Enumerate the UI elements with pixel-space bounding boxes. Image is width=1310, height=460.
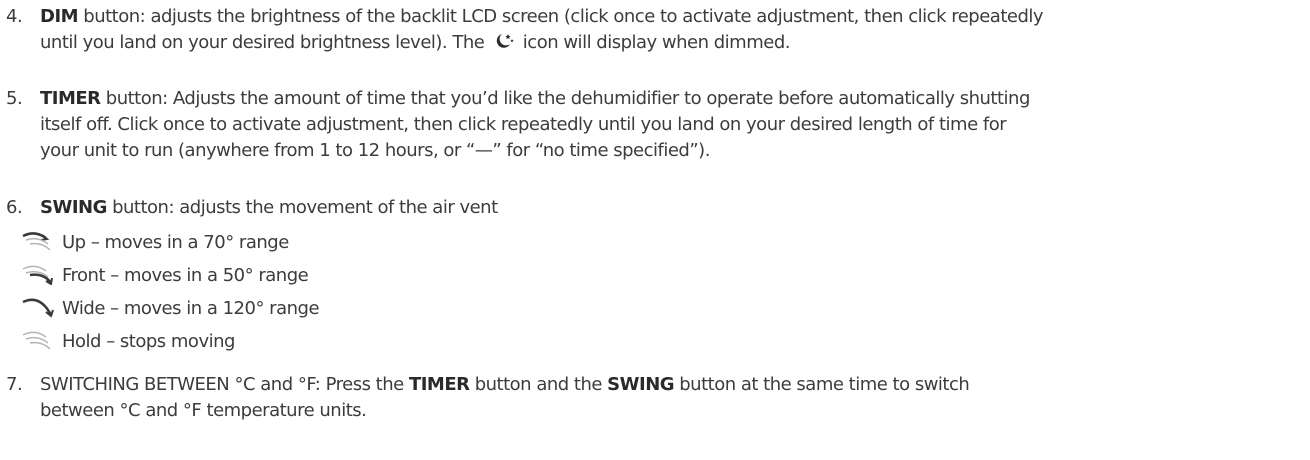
dim-text-2b: icon will display when dimmed. xyxy=(517,32,791,53)
switching-text-1c: button at the same time to switch xyxy=(674,374,970,395)
swing-option-label: Wide – moves in a 120° range xyxy=(62,298,320,319)
keyword-timer: TIMER xyxy=(408,374,470,395)
timer-text-1: button: Adjusts the amount of time that … xyxy=(100,88,1031,109)
item-text: SWING button: adjusts the movement of th… xyxy=(40,195,1308,221)
manual-page: 4. DIM button: adjusts the brightness of… xyxy=(0,0,1310,460)
swing-option-hold: Hold – stops moving xyxy=(20,329,235,355)
swing-wide-icon xyxy=(22,298,54,318)
switching-text-1b: button and the xyxy=(469,374,608,395)
swing-option-wide: Wide – moves in a 120° range xyxy=(20,296,320,322)
swing-hold-icon xyxy=(22,331,51,350)
item-number: 6. xyxy=(6,197,23,218)
swing-option-label: Front – moves in a 50° range xyxy=(62,265,309,286)
swing-text-1: button: adjusts the movement of the air … xyxy=(106,197,498,218)
item-text: TIMER button: Adjusts the amount of time… xyxy=(40,86,1308,164)
switching-line-2: between °C and °F temperature units. xyxy=(40,400,367,421)
swing-up-icon xyxy=(22,232,51,251)
item-text: SWITCHING BETWEEN °C and °F: Press the T… xyxy=(40,372,1308,424)
swing-option-label: Up – moves in a 70° range xyxy=(62,232,289,253)
swing-front-icon xyxy=(22,265,53,285)
swing-line-1: SWING button: adjusts the movement of th… xyxy=(40,195,1308,221)
item-number: 5. xyxy=(6,88,23,109)
swing-option-up: Up – moves in a 70° range xyxy=(20,230,289,256)
switching-line-1: SWITCHING BETWEEN °C and °F: Press the T… xyxy=(40,372,1308,398)
item-number: 7. xyxy=(6,374,23,395)
item-text: DIM button: adjusts the brightness of th… xyxy=(40,4,1308,56)
keyword-timer: TIMER xyxy=(40,88,101,109)
swing-option-front: Front – moves in a 50° range xyxy=(20,263,309,289)
item-number: 4. xyxy=(6,6,23,27)
timer-line-2: itself off. Click once to activate adjus… xyxy=(40,114,1007,135)
timer-line-3: your unit to run (anywhere from 1 to 12 … xyxy=(40,140,710,161)
dim-text-1: button: adjusts the brightness of the ba… xyxy=(78,6,1044,27)
keyword-swing: SWING xyxy=(607,374,675,395)
keyword-swing: SWING xyxy=(40,197,107,218)
swing-option-label: Hold – stops moving xyxy=(62,331,235,352)
moon-stars-icon xyxy=(496,34,514,48)
dim-line-2: until you land on your desired brightnes… xyxy=(40,30,1308,56)
switching-text-1a: SWITCHING BETWEEN °C and °F: Press the xyxy=(40,374,409,395)
dim-text-2a: until you land on your desired brightnes… xyxy=(40,32,490,53)
keyword-dim: DIM xyxy=(40,6,79,27)
timer-line-1: TIMER button: Adjusts the amount of time… xyxy=(40,86,1308,112)
dim-line-1: DIM button: adjusts the brightness of th… xyxy=(40,4,1308,30)
